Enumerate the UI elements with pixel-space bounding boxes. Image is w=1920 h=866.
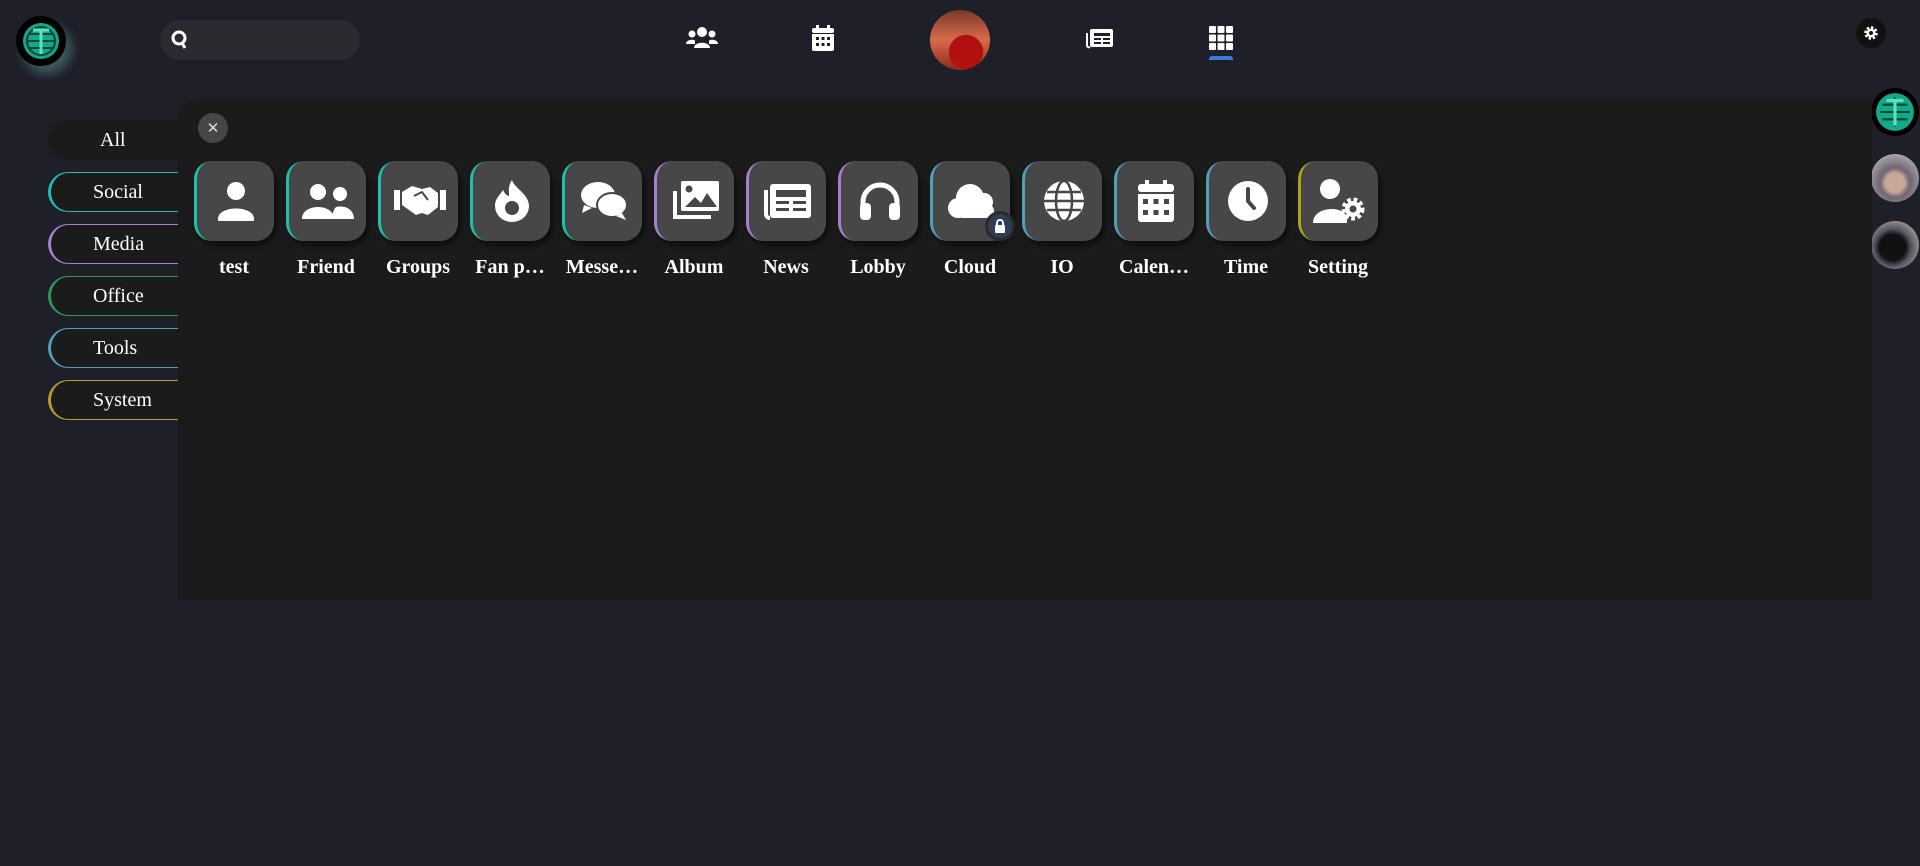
side-avatar-logo[interactable] (1871, 88, 1919, 136)
app-tile-headphones[interactable] (838, 161, 918, 241)
side-avatar-user-2[interactable] (1871, 221, 1919, 269)
app-label[interactable]: Friend (280, 256, 372, 279)
profile-avatar[interactable] (930, 10, 990, 70)
app-tile-user-gear[interactable] (1298, 161, 1378, 241)
app-label[interactable]: Groups (372, 256, 464, 279)
category-label: Social (93, 180, 143, 203)
app-label[interactable]: Fan p… (464, 256, 556, 279)
app-tile-newspaper[interactable] (746, 161, 826, 241)
app-tile-comments[interactable] (562, 161, 642, 241)
gear-icon (1864, 26, 1878, 40)
close-icon: ✕ (206, 119, 220, 137)
category-office[interactable]: Office (48, 276, 198, 316)
users-icon (686, 27, 718, 48)
app-tile-handshake[interactable] (378, 161, 458, 241)
category-tools[interactable]: Tools (48, 328, 198, 368)
app-tile-clock[interactable] (1206, 161, 1286, 241)
category-all[interactable]: All (48, 120, 198, 160)
app-label[interactable]: Time (1200, 256, 1292, 279)
settings-button[interactable] (1856, 18, 1886, 48)
app-label[interactable]: News (740, 256, 832, 279)
search-input[interactable] (196, 31, 346, 49)
app-label[interactable]: Messe… (556, 256, 648, 279)
app-label[interactable]: Cloud (924, 256, 1016, 279)
category-label: Media (93, 232, 145, 255)
category-social[interactable]: Social (48, 172, 198, 212)
app-tile-globe[interactable] (1022, 161, 1102, 241)
clock-icon (1227, 180, 1269, 222)
app-label[interactable]: test (188, 256, 280, 279)
app-label[interactable]: Setting (1292, 256, 1384, 279)
category-label: All (100, 128, 126, 151)
handshake-icon (393, 184, 446, 218)
fire-icon (494, 180, 529, 222)
app-logo[interactable] (16, 16, 66, 66)
side-avatar-user-1[interactable] (1871, 154, 1919, 202)
app-label[interactable]: Album (648, 256, 740, 279)
nav-calendar[interactable] (807, 22, 839, 54)
app-tile-fire[interactable] (470, 161, 550, 241)
search-icon (171, 30, 187, 49)
category-label: System (93, 388, 152, 411)
grid-icon (1209, 26, 1233, 50)
app-label[interactable]: Calen… (1108, 256, 1200, 279)
nav-friends[interactable] (686, 22, 718, 54)
globe-logo-icon (1876, 93, 1914, 131)
globe-logo-icon (23, 23, 59, 59)
user-gear-icon (1312, 179, 1367, 223)
category-media[interactable]: Media (48, 224, 198, 264)
newspaper-icon (763, 182, 812, 220)
category-system[interactable]: System (48, 380, 198, 420)
category-label: Tools (93, 336, 138, 359)
app-label[interactable]: IO (1016, 256, 1108, 279)
app-tile-images[interactable] (654, 161, 734, 241)
user-icon (217, 181, 254, 221)
globe-icon (1043, 180, 1085, 222)
comments-icon (580, 181, 628, 221)
category-label: Office (93, 284, 144, 307)
lock-icon (985, 211, 1015, 241)
app-tile-user[interactable] (194, 161, 274, 241)
headphones-icon (859, 181, 901, 221)
calendar-icon (812, 25, 834, 51)
app-label[interactable]: Lobby (832, 256, 924, 279)
calendar-icon (1137, 180, 1174, 222)
users-icon (301, 183, 354, 219)
nav-apps[interactable] (1205, 22, 1237, 54)
search-bar[interactable] (160, 20, 360, 60)
active-tab-indicator (1209, 56, 1233, 60)
app-tile-cloud[interactable] (930, 161, 1015, 241)
app-tile-calendar[interactable] (1114, 161, 1194, 241)
close-button[interactable]: ✕ (198, 113, 228, 143)
images-icon (672, 181, 719, 221)
newspaper-icon (1086, 29, 1113, 49)
nav-news[interactable] (1084, 22, 1116, 54)
app-tile-users[interactable] (286, 161, 366, 241)
